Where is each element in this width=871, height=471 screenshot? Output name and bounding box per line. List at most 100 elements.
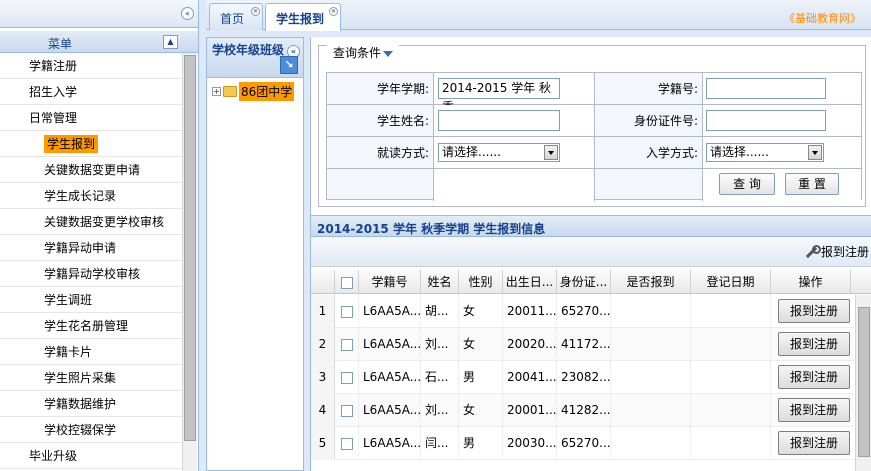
menu-item[interactable]: 学生报到 [0, 131, 182, 157]
menu-item-label: 日常管理 [29, 111, 78, 125]
row-checkbox[interactable] [340, 404, 353, 417]
table-cell: 女 [459, 328, 503, 361]
table-cell: 20001... [503, 394, 557, 427]
row-checkbox[interactable] [340, 338, 353, 351]
table-row[interactable]: 4 L6AA5A... 刘... 女 20001... 41282... 报到注册 [311, 394, 854, 427]
close-icon[interactable]: ✕ [329, 7, 338, 16]
menu-item-label: 学籍异动申请 [44, 241, 117, 255]
menu-item[interactable]: 学籍卡片 [0, 339, 182, 365]
grid-header: 学籍号 姓名 性别 出生日... 身份证... 是否报到 登记日期 操作 [311, 270, 871, 294]
menu-item[interactable]: 毕业升级 [0, 443, 182, 469]
empty-cell [595, 169, 703, 201]
table-row[interactable]: 2 L6AA5A... 刘... 女 20020... 41172... 报到注册 [311, 328, 854, 361]
table-cell: 刘... [421, 394, 459, 427]
report-register-button[interactable]: 报到注册 [778, 332, 850, 356]
chevron-down-icon[interactable] [808, 145, 822, 160]
student-no-cell [703, 73, 861, 105]
table-cell: 65270... [557, 295, 611, 328]
menu-item[interactable]: 关键数据变更申请 [0, 157, 182, 183]
table-cell: 女 [459, 295, 503, 328]
table-row[interactable]: 1 L6AA5A... 胡... 女 20011... 65270... 报到注册 [311, 295, 854, 328]
wrench-icon [804, 244, 821, 259]
tree-node-label[interactable]: 86团中学 [239, 81, 295, 101]
plus-icon[interactable]: + [212, 86, 221, 96]
table-row[interactable]: 5 L6AA5A... 闫... 男 20030... 65270... 报到注册 [311, 427, 854, 460]
tab-student-report[interactable]: 学生报到 ✕ [265, 3, 341, 31]
menu-item-label: 毕业升级 [29, 449, 78, 463]
entry-mode-select[interactable]: 请选择...... [706, 143, 824, 162]
column-header[interactable]: 身份证... [557, 270, 611, 294]
report-register-button[interactable]: 报到注册 [778, 299, 850, 323]
term-label: 学年学期: [327, 73, 434, 105]
menu-item[interactable]: 学生调班 [0, 287, 182, 313]
student-name-input[interactable] [438, 110, 560, 131]
menu-item[interactable]: 学校控辍保学 [0, 417, 182, 443]
query-legend-label: 查询条件 [333, 46, 382, 60]
term-input[interactable]: 2014-2015 学年 秋季 [438, 78, 560, 114]
left-pane-topbar: « [0, 0, 198, 28]
column-header[interactable]: 登记日期 [691, 270, 771, 294]
chevron-down-icon[interactable] [544, 145, 558, 160]
table-cell: 41282... [557, 394, 611, 427]
double-chevron-left-icon[interactable]: « [181, 7, 194, 20]
report-register-toolbar-button[interactable]: 报到注册 [804, 243, 869, 260]
column-header[interactable]: 操作 [771, 270, 851, 294]
brand-link[interactable]: 《基础教育网》 [784, 10, 861, 26]
menu-item-label: 学生报到 [44, 135, 99, 153]
menu-item[interactable]: 学籍异动学校审核 [0, 261, 182, 287]
menu-item[interactable]: 学籍数据维护 [0, 391, 182, 417]
row-number: 5 [311, 427, 335, 460]
menu-item[interactable]: 学籍异动申请 [0, 235, 182, 261]
report-register-button[interactable]: 报到注册 [778, 398, 850, 422]
chevron-up-icon[interactable]: ▲ [163, 35, 178, 49]
search-button[interactable]: 查 询 [719, 173, 775, 195]
close-icon[interactable]: ✕ [251, 7, 260, 16]
expand-arrow-icon[interactable]: ↘ [280, 56, 298, 74]
tab-bar: 首页 ✕ 学生报到 ✕ 《基础教育网》 [206, 0, 871, 31]
table-row[interactable]: 3 L6AA5A... 石... 男 20041... 23082... 报到注册 [311, 361, 854, 394]
menu-item[interactable]: 学生花名册管理 [0, 313, 182, 339]
study-mode-select[interactable]: 请选择...... [438, 143, 560, 162]
student-name-cell [434, 105, 595, 137]
grid-scrollbar-thumb[interactable] [858, 307, 870, 457]
menu-item[interactable]: 学籍注册 [0, 53, 182, 79]
grid-scrollbar[interactable] [855, 295, 871, 471]
menu-scrollbar[interactable] [182, 53, 197, 471]
table-cell [691, 295, 771, 328]
row-checkbox[interactable] [340, 437, 353, 450]
reset-button[interactable]: 重 置 [785, 173, 839, 195]
column-header[interactable]: 是否报到 [611, 270, 691, 294]
select-all-checkbox[interactable] [340, 276, 353, 289]
menu-item[interactable]: 学生照片采集 [0, 365, 182, 391]
menu-item-label: 学生成长记录 [44, 189, 117, 203]
student-no-input[interactable] [706, 78, 826, 99]
column-header[interactable]: 学籍号 [359, 270, 421, 294]
report-register-toolbar-label: 报到注册 [820, 245, 869, 259]
report-register-button[interactable]: 报到注册 [778, 431, 850, 455]
menu-item[interactable]: 日常管理 [0, 105, 182, 131]
tab-home-label: 首页 [220, 12, 245, 26]
query-grid: 学年学期: 2014-2015 学年 秋季 学籍号: 学生姓名: 身份证件号: … [326, 72, 862, 201]
table-cell: 闫... [421, 427, 459, 460]
id-number-input[interactable] [706, 110, 826, 131]
left-menu-pane: « 菜单 ▲ 学籍注册 招生入学 日常管理 学生报到 关键数据变更申请 学生成长记录 关键数… [0, 0, 199, 471]
table-cell: L6AA5A... [359, 328, 421, 361]
row-checkbox-cell [335, 394, 359, 427]
column-header[interactable]: 性别 [459, 270, 503, 294]
menu-item[interactable]: 关键数据变更学校审核 [0, 209, 182, 235]
menu-scrollbar-thumb[interactable] [184, 55, 196, 441]
row-checkbox[interactable] [340, 305, 353, 318]
id-number-cell [703, 105, 861, 137]
row-checkbox[interactable] [340, 371, 353, 384]
query-legend[interactable]: 查询条件 [327, 44, 400, 61]
table-cell: 刘... [421, 328, 459, 361]
report-register-button[interactable]: 报到注册 [778, 365, 850, 389]
results-title: 2014-2015 学年 秋季学期 学生报到信息 [311, 215, 871, 237]
table-cell: 23082... [557, 361, 611, 394]
tab-home[interactable]: 首页 ✕ [209, 3, 263, 30]
column-header[interactable]: 出生日... [503, 270, 557, 294]
tree-node-school[interactable]: + 86团中学 [212, 81, 295, 101]
menu-item[interactable]: 学生成长记录 [0, 183, 182, 209]
menu-item[interactable]: 招生入学 [0, 79, 182, 105]
column-header[interactable]: 姓名 [421, 270, 459, 294]
